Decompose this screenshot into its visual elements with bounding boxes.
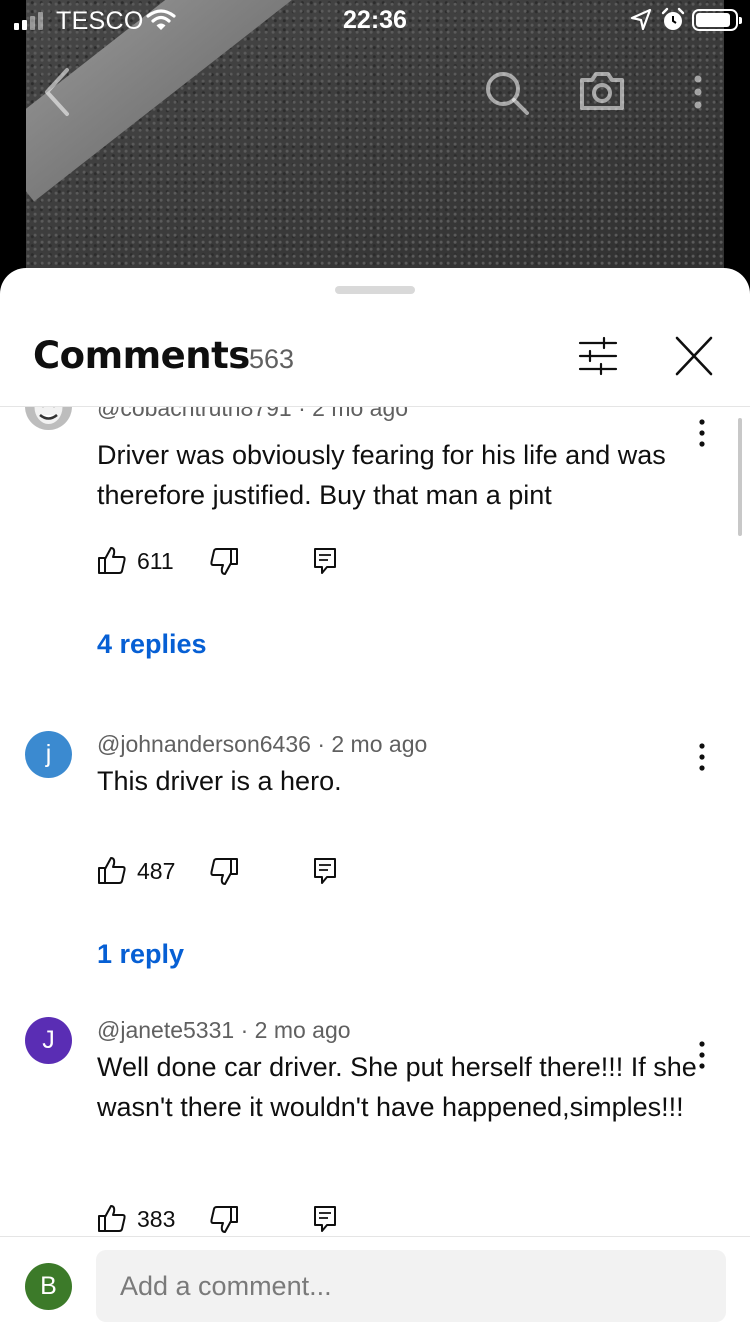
battery-icon — [692, 9, 742, 31]
comment-actions: 487 — [97, 855, 357, 889]
comments-sheet: Comments 563 @cobachtruth8791 · 2 mo ago… — [0, 268, 750, 1334]
view-replies-link[interactable]: 4 replies — [97, 629, 207, 660]
comment-age: 2 mo ago — [254, 1017, 351, 1043]
meta-separator: · — [240, 1017, 255, 1043]
thumbs-up-icon[interactable] — [97, 545, 127, 575]
like-count: 611 — [137, 548, 174, 574]
sheet-title: Comments — [33, 334, 250, 377]
comment-age: 2 mo ago — [312, 407, 409, 421]
reply-icon[interactable] — [313, 547, 337, 575]
meta-separator: · — [298, 407, 313, 421]
comment-meta: @janete5331 · 2 mo ago — [97, 1017, 351, 1044]
comments-list[interactable]: @cobachtruth8791 · 2 mo ago Driver was o… — [0, 407, 750, 1236]
user-avatar[interactable]: B — [25, 1263, 72, 1310]
comment-meta: @johnanderson6436 · 2 mo ago — [97, 731, 427, 758]
scrollbar[interactable] — [738, 418, 742, 536]
more-vert-icon[interactable] — [690, 74, 706, 110]
camera-icon[interactable] — [578, 70, 626, 112]
avatar[interactable] — [25, 407, 72, 430]
comment-actions: 383 — [97, 1203, 357, 1236]
like-count: 487 — [137, 858, 176, 884]
status-bar: TESCO 22:36 — [0, 0, 750, 42]
comment-author[interactable]: @cobachtruth8791 — [97, 407, 292, 421]
comment-text: Well done car driver. She put herself th… — [97, 1052, 697, 1122]
thumbs-down-icon[interactable] — [209, 857, 239, 887]
video-frame — [26, 0, 724, 300]
comment-text: Driver was obviously fearing for his lif… — [97, 440, 666, 510]
thumbs-down-icon[interactable] — [209, 1205, 239, 1235]
comment-actions: 611 — [97, 545, 357, 579]
like-count: 383 — [137, 1206, 176, 1232]
location-icon — [630, 8, 652, 31]
add-comment-input[interactable] — [96, 1250, 726, 1322]
alarm-icon — [661, 7, 685, 30]
thumbs-up-icon[interactable] — [97, 855, 127, 885]
back-icon[interactable] — [40, 66, 72, 118]
comment-age: 2 mo ago — [331, 731, 428, 757]
comment-author[interactable]: @janete5331 — [97, 1017, 234, 1043]
filter-icon[interactable] — [577, 336, 619, 376]
view-replies-link[interactable]: 1 reply — [97, 939, 184, 970]
comment-composer: B — [0, 1236, 750, 1334]
comment-count: 563 — [249, 344, 295, 374]
thumbs-down-icon[interactable] — [209, 547, 239, 577]
reply-icon[interactable] — [313, 857, 337, 885]
comment-author[interactable]: @johnanderson6436 — [97, 731, 311, 757]
comment-text: This driver is a hero. — [97, 766, 342, 796]
drag-handle[interactable] — [335, 286, 415, 294]
meta-separator: · — [317, 731, 332, 757]
close-icon[interactable] — [672, 336, 716, 376]
comment-meta: @cobachtruth8791 · 2 mo ago — [97, 407, 408, 422]
video-player[interactable] — [0, 0, 750, 300]
avatar[interactable]: j — [25, 731, 72, 778]
reply-icon[interactable] — [313, 1205, 337, 1233]
avatar[interactable]: J — [25, 1017, 72, 1064]
thumbs-up-icon[interactable] — [97, 1203, 127, 1233]
search-icon[interactable] — [484, 70, 530, 116]
